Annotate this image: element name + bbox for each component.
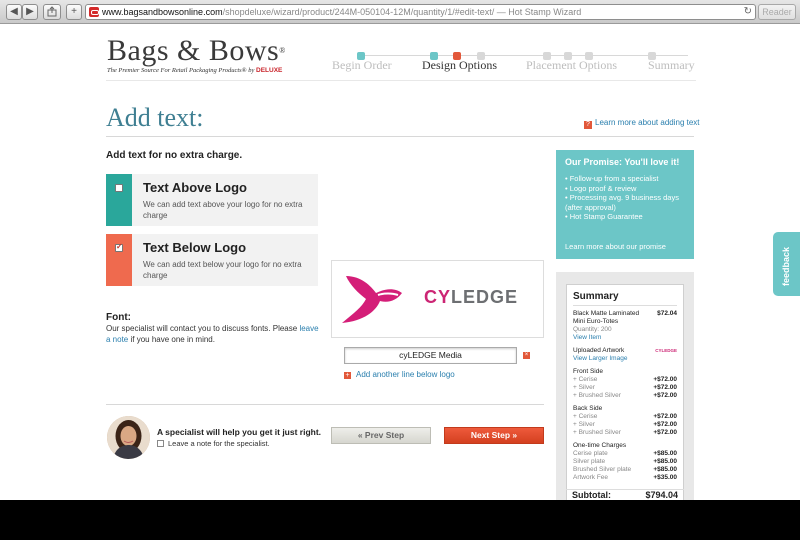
logo-wordmark: Bags & Bows®	[107, 34, 286, 67]
summary-line-item: Artwork Fee +$35.00	[573, 474, 677, 481]
logo-preview: CYLEDGE	[331, 260, 544, 338]
text-line-input[interactable]: cyLEDGE Media	[344, 347, 517, 364]
checkbox-icon[interactable]	[157, 440, 164, 447]
summary-line-item: + Cerise +$72.00	[573, 376, 677, 383]
font-heading: Font:	[106, 312, 131, 323]
subhead: Add text for no extra charge.	[106, 150, 243, 161]
feedback-tab[interactable]: feedback	[773, 232, 800, 296]
front-side-heading: Front Side	[573, 368, 603, 375]
page-title: Add text:	[106, 103, 204, 132]
summary-line-item: + Cerise +$72.00	[573, 413, 677, 420]
uploaded-artwork: Uploaded Artwork CYLEDGE	[573, 347, 677, 354]
promise-title: Our Promise: You'll love it!	[565, 157, 680, 167]
reader-button[interactable]: Reader	[758, 4, 796, 20]
browser-toolbar: ◀ ▶ + www.bagsandbowsonline.com/shopdelu…	[0, 0, 800, 24]
step-design-options[interactable]: Design Options	[422, 58, 497, 73]
logo-tagline: The Premier Source For Retail Packaging …	[107, 67, 283, 74]
text-above-checkbox[interactable]	[115, 184, 123, 192]
text-below-checkbox[interactable]	[115, 242, 123, 252]
option-description: We can add text below your logo for no e…	[143, 260, 302, 280]
summary-line-item: + Brushed Silver +$72.00	[573, 429, 677, 436]
url-host: www.bagsandbowsonline.com	[102, 7, 223, 17]
step-placement-options[interactable]: Placement Options	[526, 58, 617, 73]
summary-line-item: Brushed Silver plate +$85.00	[573, 466, 677, 473]
header-divider	[106, 80, 696, 81]
step-summary[interactable]: Summary	[648, 58, 695, 73]
mini-artwork-thumbnail: CYLEDGE	[655, 348, 677, 353]
option-title: Text Below Logo	[143, 240, 247, 255]
title-divider	[106, 136, 694, 137]
summary-card: Summary Black Matte Laminated Mini Euro-…	[566, 284, 684, 500]
add-bookmark-icon[interactable]: +	[66, 4, 82, 20]
font-description: Our specialist will contact you to discu…	[106, 324, 319, 344]
view-item-link[interactable]: View Item	[573, 334, 677, 342]
summary-subtotal: Subtotal: $794.04	[566, 489, 684, 500]
option-title: Text Above Logo	[143, 180, 247, 195]
summary-line-item: Silver plate +$85.00	[573, 458, 677, 465]
leave-note-checkbox[interactable]: Leave a note for the specialist.	[157, 439, 270, 448]
steps-line	[358, 55, 688, 56]
promise-item: Follow-up from a specialist	[565, 174, 685, 184]
cyledge-logo-icon	[342, 276, 402, 323]
promise-item: Logo proof & review	[565, 184, 685, 194]
site-logo[interactable]: Bags & Bows® The Premier Source For Reta…	[107, 34, 286, 75]
next-step-button[interactable]: Next Step »	[444, 427, 544, 444]
option-text-above-logo[interactable]: Text Above Logo We can add text above yo…	[106, 174, 318, 226]
wizard-steps: Begin Order Design Options Placement Opt…	[330, 44, 695, 80]
promise-box: Our Promise: You'll love it! Follow-up f…	[556, 150, 694, 259]
address-bar[interactable]: www.bagsandbowsonline.com/shopdeluxe/wiz…	[85, 4, 756, 20]
browser-window: ◀ ▶ + www.bagsandbowsonline.com/shopdelu…	[0, 0, 800, 500]
preview-brand-text: CYLEDGE	[424, 287, 519, 307]
back-side-heading: Back Side	[573, 405, 603, 412]
summary-title: Summary	[573, 291, 677, 306]
prev-step-button[interactable]: « Prev Step	[331, 427, 431, 444]
view-larger-image-link[interactable]: View Larger Image	[573, 355, 677, 363]
specialist-heading: A specialist will help you get it just r…	[157, 427, 322, 437]
promise-learn-more-link[interactable]: Learn more about our promise	[565, 242, 666, 251]
option-description: We can add text above your logo for no e…	[143, 200, 303, 220]
summary-line-item: + Silver +$72.00	[573, 421, 677, 428]
promise-item: Processing avg. 9 business days (after a…	[565, 193, 685, 212]
page-title-in-bar: — Hot Stamp Wizard	[494, 7, 582, 17]
summary-line-item: Cerise plate +$85.00	[573, 450, 677, 457]
summary-line-item: + Silver +$72.00	[573, 384, 677, 391]
help-icon: ?	[584, 121, 592, 129]
promise-item: Hot Stamp Guarantee	[565, 212, 685, 222]
one-time-charges-heading: One-time Charges	[573, 442, 627, 449]
plus-icon: +	[344, 372, 351, 379]
share-icon[interactable]	[43, 4, 61, 20]
back-icon[interactable]: ◀	[6, 4, 22, 20]
summary-line-item: + Brushed Silver +$72.00	[573, 392, 677, 399]
bottom-divider	[106, 404, 544, 405]
site-favicon-icon	[89, 7, 99, 17]
add-line-link[interactable]: + Add another line below logo	[344, 370, 455, 379]
step-begin-order[interactable]: Begin Order	[332, 58, 392, 73]
learn-more-adding-text-link[interactable]: ? Learn more about adding text	[584, 118, 700, 129]
forward-icon[interactable]: ▶	[22, 4, 38, 20]
option-color-swatch	[106, 174, 132, 226]
specialist-avatar	[107, 416, 150, 459]
reload-icon[interactable]: ↻	[744, 5, 752, 19]
remove-line-icon[interactable]: ×	[523, 352, 530, 359]
promise-list: Follow-up from a specialist Logo proof &…	[565, 174, 685, 222]
url-path: /shopdeluxe/wizard/product/244M-050104-1…	[222, 7, 495, 17]
summary-product: Black Matte Laminated Mini Euro-Totes $72…	[573, 310, 677, 325]
option-text-below-logo[interactable]: Text Below Logo We can add text below yo…	[106, 234, 318, 286]
summary-quantity: Quantity: 200	[573, 326, 612, 333]
